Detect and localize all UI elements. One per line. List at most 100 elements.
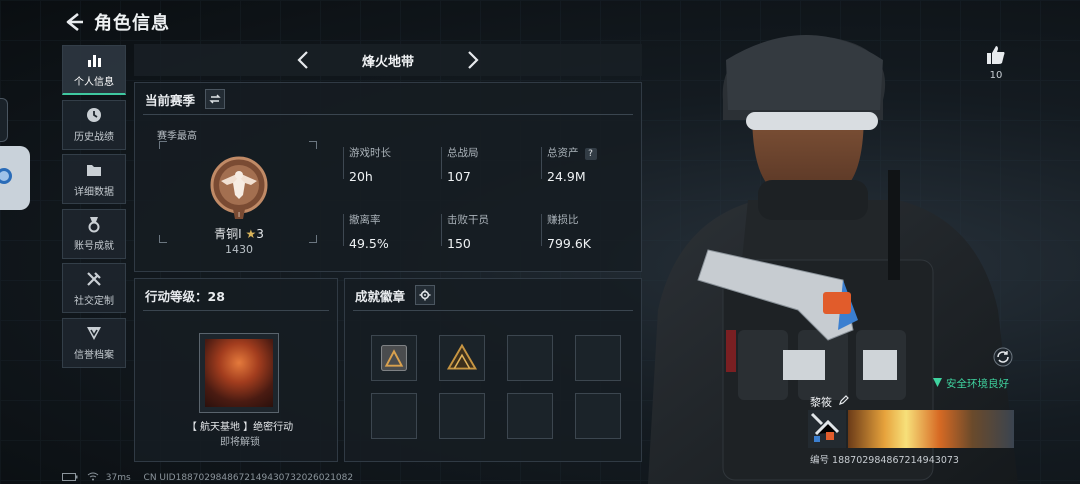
clock-icon [87, 108, 101, 123]
wifi-icon [87, 472, 99, 481]
chevron-right-icon[interactable] [460, 48, 484, 72]
stat-divider [541, 147, 542, 179]
badge-slot-6[interactable] [439, 393, 485, 439]
sidebar-item-social-custom[interactable]: 社交定制 [62, 263, 126, 314]
like-button[interactable]: 10 [984, 44, 1008, 81]
stat-value: 49.5% [349, 236, 389, 251]
rank-tier: 青铜Ⅰ [214, 227, 242, 241]
stat-total-matches: 总战局 107 [441, 145, 479, 184]
assistant-icon [0, 168, 12, 184]
thumbs-up-icon [987, 46, 1005, 64]
svg-text:I: I [238, 211, 240, 219]
mode-title: 烽火地带 [361, 54, 414, 70]
stat-value: 150 [447, 236, 471, 251]
help-icon[interactable]: ? [584, 148, 597, 160]
edit-pencil-icon[interactable] [838, 395, 849, 406]
page-title: 角色信息 [94, 13, 170, 34]
sidebar-item-achievements[interactable]: 账号成就 [62, 208, 126, 259]
page-header: 角色信息 [64, 8, 170, 36]
ping: 37ms [105, 473, 131, 483]
rotate-icon[interactable] [992, 346, 1014, 368]
edge-tab[interactable] [0, 98, 8, 142]
operation-image [205, 339, 273, 407]
badge-slot-8[interactable] [575, 393, 621, 439]
mountain-badge-icon [446, 343, 478, 370]
sidebar-item-detailed-data[interactable]: 详细数据 [62, 154, 126, 205]
season-title: 当前赛季 [145, 93, 196, 108]
switch-season-button[interactable] [205, 89, 225, 109]
shield-check-icon [933, 378, 942, 387]
environment-status: 安全环境良好 [932, 376, 1009, 391]
stat-value: 24.9M [547, 169, 586, 184]
sidebar-item-label: 社交定制 [74, 295, 114, 307]
player-name-card[interactable]: 黎筱 编号 188702984867214943073 [808, 394, 1014, 466]
rank-stars: 3 [256, 227, 264, 241]
player-id: 编号 188702984867214943073 [810, 455, 959, 466]
medal-icon [88, 217, 100, 233]
tools-icon [87, 272, 101, 286]
sidebar-item-credit-record[interactable]: 信誉档案 [62, 317, 126, 368]
stat-divider [343, 214, 344, 246]
badge-slot-7[interactable] [507, 393, 553, 439]
stat-value: 107 [447, 169, 471, 184]
operation-status: 即将解锁 [220, 437, 260, 448]
sidebar-item-label: 信誉档案 [74, 350, 114, 362]
stat-total-assets: 总资产? 24.9M [541, 145, 597, 184]
stat-operator-kills: 击败干员 150 [441, 212, 489, 251]
stat-label: 赚损比 [547, 214, 579, 226]
stat-label: 击败干员 [447, 214, 489, 226]
player-name: 黎筱 [810, 396, 832, 409]
bar-chart-icon [88, 55, 101, 67]
stat-label: 总资产? [547, 145, 597, 160]
stat-label: 撤离率 [349, 214, 381, 226]
sidebar-item-personal-info[interactable]: 个人信息 [62, 45, 126, 95]
triangle-badge-icon [381, 345, 407, 371]
folder-icon [87, 164, 101, 176]
gear-icon [419, 289, 431, 301]
battery-icon [62, 473, 78, 481]
badge-slot-2[interactable] [439, 335, 485, 381]
sidebar-item-match-history[interactable]: 历史战绩 [62, 99, 126, 150]
back-arrow-icon[interactable] [64, 11, 86, 33]
badge-slot-5[interactable] [371, 393, 417, 439]
star-icon: ★ [245, 227, 257, 241]
operation-thumbnail[interactable] [199, 333, 279, 413]
badge-slot-1[interactable] [371, 335, 417, 381]
environment-text: 安全环境良好 [946, 378, 1009, 390]
stat-value: 799.6K [547, 236, 591, 251]
side-navigation: 个人信息 历史战绩 详细数据 账号成就 社交定制 信誉档案 [62, 45, 126, 373]
rank-score: 1430 [225, 243, 253, 256]
calling-card-image [848, 410, 1014, 448]
operation-level-title: 行动等级：28 [145, 289, 225, 304]
stat-divider [343, 147, 344, 179]
badge-slot-4[interactable] [575, 335, 621, 381]
stat-label-text: 总资产 [547, 147, 579, 159]
achievement-badges-panel: 成就徽章 [344, 278, 642, 462]
operation-name: 【 航天基地 】绝密行动 [186, 422, 294, 433]
stat-extraction-rate: 撤离率 49.5% [343, 212, 389, 251]
season-best-label: 赛季最高 [157, 131, 197, 142]
assistant-bubble[interactable] [0, 146, 30, 210]
stat-divider [541, 214, 542, 246]
sidebar-item-label: 历史战绩 [74, 132, 114, 144]
swap-icon [209, 94, 221, 104]
stat-label: 总战局 [447, 147, 479, 159]
mode-selector: 烽火地带 [134, 44, 642, 76]
stat-divider [441, 214, 442, 246]
like-count: 10 [989, 70, 1003, 81]
badges-title: 成就徽章 [355, 289, 406, 304]
sidebar-item-label: 账号成就 [74, 241, 114, 253]
stat-divider [441, 147, 442, 179]
shield-icon [87, 327, 101, 341]
chevron-left-icon[interactable] [292, 48, 316, 72]
stat-value: 20h [349, 169, 373, 184]
divider [353, 310, 633, 311]
sidebar-item-label: 个人信息 [74, 77, 114, 88]
status-footer: 37ms CN UID18870298486721494307320260210… [62, 472, 363, 483]
stat-profit-loss: 赚损比 799.6K [541, 212, 591, 251]
badge-settings-button[interactable] [415, 285, 435, 305]
badge-slot-3[interactable] [507, 335, 553, 381]
rank-emblem-icon: I [210, 156, 268, 219]
divider [143, 114, 633, 115]
season-panel: 当前赛季 赛季最高 I 青铜Ⅰ ★3 1430 游戏时长 20h 总战局 107… [134, 82, 642, 272]
